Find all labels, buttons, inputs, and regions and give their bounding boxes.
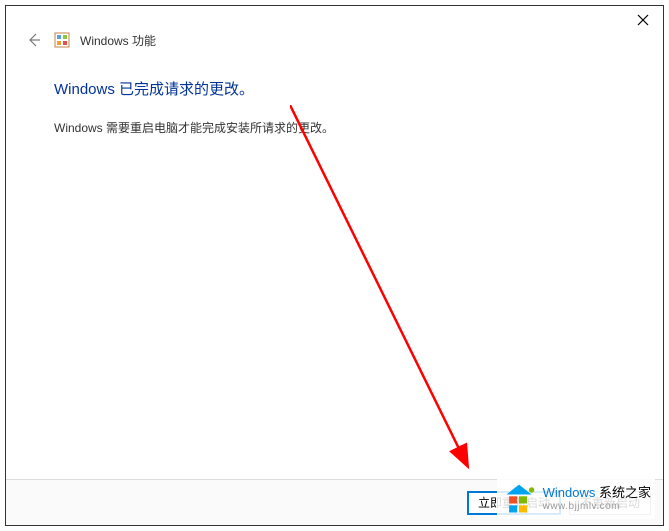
description-text: Windows 需要重启电脑才能完成安装所请求的更改。 [54, 119, 615, 136]
close-icon [637, 14, 649, 26]
dialog-content: Windows 已完成请求的更改。 Windows 需要重启电脑才能完成安装所请… [6, 58, 663, 156]
features-icon [54, 32, 70, 48]
main-heading: Windows 已完成请求的更改。 [54, 78, 615, 99]
back-arrow-icon [26, 32, 42, 48]
watermark-brand: Windows 系统之家 [543, 485, 651, 501]
windows-features-dialog: Windows 功能 Windows 已完成请求的更改。 Windows 需要重… [5, 5, 664, 526]
watermark-logo-icon [501, 481, 537, 517]
watermark-text: Windows 系统之家 www.bjjmlv.com [543, 485, 651, 513]
close-button[interactable] [633, 10, 653, 30]
window-title: Windows 功能 [80, 32, 156, 49]
back-button[interactable] [24, 30, 44, 50]
dialog-header: Windows 功能 [6, 6, 663, 58]
watermark-url: www.bjjmlv.com [543, 501, 651, 513]
watermark: Windows 系统之家 www.bjjmlv.com [497, 479, 655, 519]
